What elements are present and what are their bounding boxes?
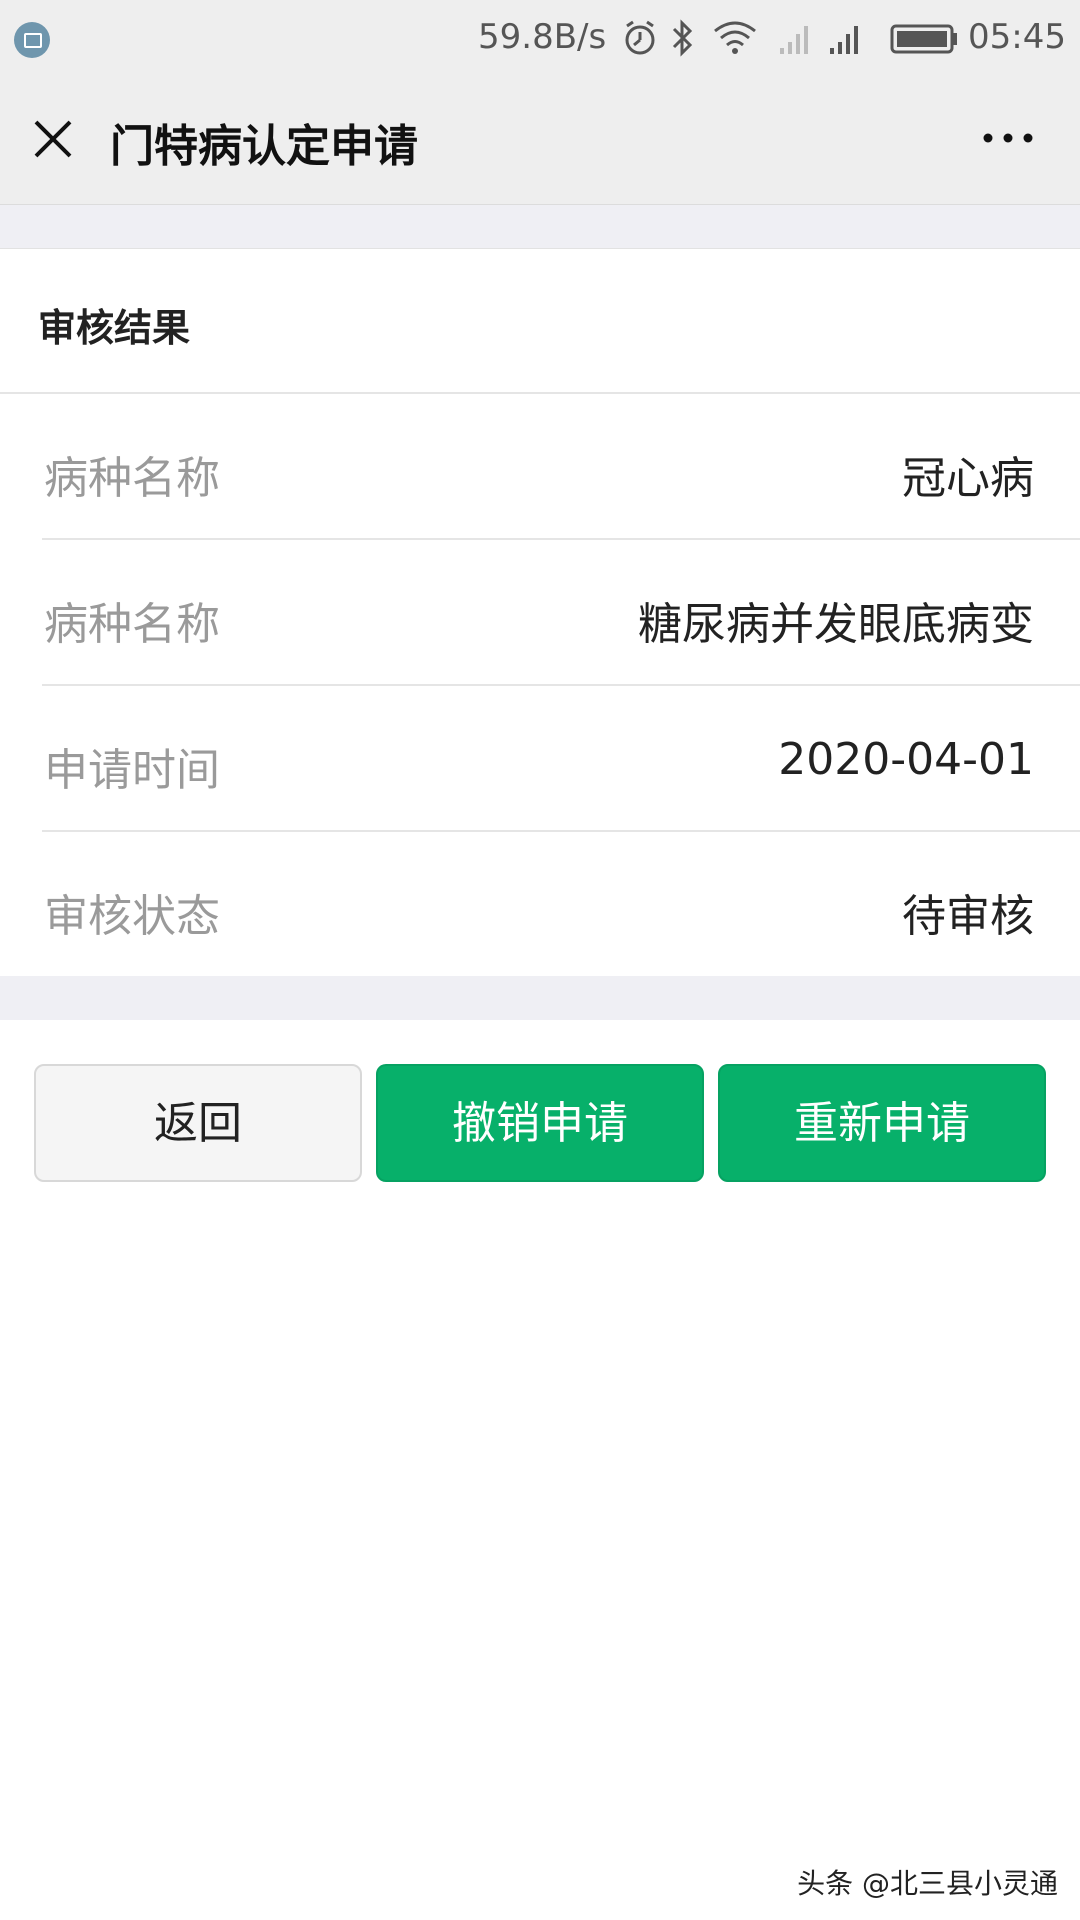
row-value: 糖尿病并发眼底病变 bbox=[638, 599, 1034, 650]
title-bar: 门特病认定申请 bbox=[0, 78, 1080, 205]
back-button[interactable]: 返回 bbox=[34, 1064, 362, 1182]
clock-time: 05:45 bbox=[968, 17, 1066, 57]
section-gap bbox=[0, 976, 1080, 1020]
list-item-review-status: 审核状态 待审核 bbox=[42, 832, 1080, 978]
cancel-application-button[interactable]: 撤销申请 bbox=[376, 1064, 704, 1182]
row-label: 申请时间 bbox=[44, 745, 220, 796]
status-bar: 59.8B/s 05:45 bbox=[0, 0, 1080, 78]
battery-icon bbox=[890, 24, 957, 54]
row-value: 冠心病 bbox=[902, 453, 1034, 504]
more-icon[interactable] bbox=[980, 128, 1036, 148]
wifi-icon bbox=[714, 21, 756, 54]
row-label: 病种名称 bbox=[44, 453, 220, 504]
page-title: 门特病认定申请 bbox=[110, 121, 418, 172]
list-item-apply-date: 申请时间 2020-04-01 bbox=[42, 686, 1080, 832]
page: 59.8B/s 05:45 门特病认定申请 审核结果 病种名称 冠心病 病种名称… bbox=[0, 0, 1080, 1920]
section-gap bbox=[0, 205, 1080, 248]
alarm-icon bbox=[625, 20, 655, 55]
row-label: 病种名称 bbox=[44, 599, 220, 650]
reapply-button[interactable]: 重新申请 bbox=[718, 1064, 1046, 1182]
row-label: 审核状态 bbox=[44, 891, 220, 942]
bluetooth-icon bbox=[672, 19, 693, 57]
card-title: 审核结果 bbox=[38, 306, 191, 350]
review-result-card: 审核结果 病种名称 冠心病 病种名称 糖尿病并发眼底病变 申请时间 2020-0… bbox=[0, 248, 1080, 978]
card-header: 审核结果 bbox=[0, 249, 1080, 394]
signal-icon bbox=[830, 26, 858, 54]
network-speed: 59.8B/s bbox=[478, 17, 607, 57]
watermark: 头条 @北三县小灵通 bbox=[797, 1867, 1058, 1900]
row-value: 2020-04-01 bbox=[778, 734, 1034, 785]
signal-icon bbox=[780, 26, 808, 54]
row-value: 待审核 bbox=[902, 891, 1034, 942]
app-notification-icon bbox=[14, 22, 50, 58]
list-item-disease-name-1: 病种名称 冠心病 bbox=[42, 394, 1080, 540]
list-item-disease-name-2: 病种名称 糖尿病并发眼底病变 bbox=[42, 540, 1080, 686]
close-icon[interactable] bbox=[30, 116, 76, 162]
